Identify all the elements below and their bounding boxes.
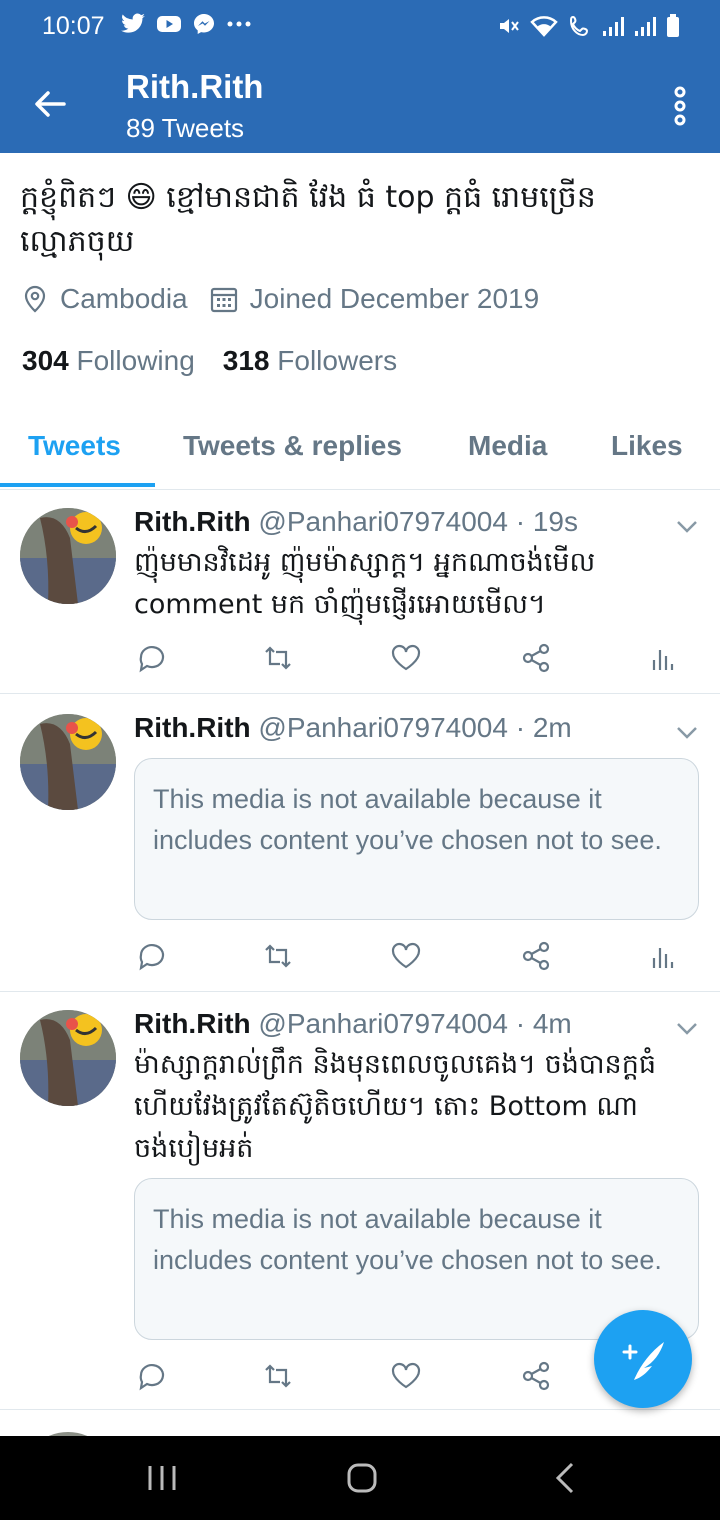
tweet-actions (134, 940, 694, 974)
avatar[interactable] (20, 508, 116, 604)
following-label: Following (76, 345, 195, 376)
tab-media[interactable]: Media (468, 430, 547, 462)
avatar-image (20, 1010, 116, 1106)
reply-icon[interactable] (136, 1360, 168, 1392)
avatar-image (20, 508, 116, 604)
wifi-icon (530, 16, 558, 37)
app-header: 10:07 Rith.Rith 89 Tweets (0, 0, 720, 153)
avatar[interactable] (20, 1010, 116, 1106)
tweet-text: ញ៉ុមមានវិដេអូ ញ៉ុមម៉ាស្សាក្ដ។ អ្នកណាចង់ម… (134, 547, 596, 620)
retweet-icon[interactable] (262, 642, 294, 674)
tweet-author: Rith.Rith (134, 712, 251, 743)
retweet-icon[interactable] (262, 1360, 294, 1392)
status-time: 10:07 (42, 12, 105, 40)
like-icon[interactable] (390, 1360, 422, 1392)
tweet-item-partial[interactable] (0, 1410, 720, 1436)
tweet-header: Rith.Rith @Panhari07974004 · 4m (134, 1008, 572, 1040)
followers-count: 318 (222, 345, 270, 376)
overflow-menu-icon[interactable] (668, 84, 692, 128)
tab-tweets[interactable]: Tweets (28, 430, 121, 462)
joined-item: Joined December 2019 (210, 283, 540, 315)
mute-icon (500, 19, 519, 33)
followers-label: Followers (277, 345, 398, 376)
signal-icon-2 (635, 17, 656, 36)
followers-link[interactable]: 318 Followers (223, 345, 397, 377)
compose-feather-icon (622, 1342, 664, 1380)
messenger-notification-icon (194, 14, 214, 34)
tweet-count: 89 Tweets (126, 113, 245, 143)
twitter-notification-icon (121, 13, 145, 33)
signal-icon-1 (603, 17, 624, 36)
following-count: 304 (22, 345, 69, 376)
chevron-down-icon[interactable] (676, 520, 698, 534)
avatar[interactable] (20, 714, 116, 810)
location-item: Cambodia (22, 283, 188, 315)
share-icon[interactable] (520, 940, 552, 972)
retweet-icon[interactable] (262, 940, 294, 972)
profile-tabs: Tweets Tweets & replies Media Likes (0, 410, 720, 490)
tweet-author: Rith.Rith (134, 1008, 251, 1039)
tweet-handle-time: @Panhari07974004 · 2m (258, 712, 572, 743)
battery-icon (667, 14, 679, 37)
calendar-icon (210, 287, 237, 313)
reply-icon[interactable] (136, 642, 168, 674)
analytics-icon[interactable] (646, 940, 678, 972)
reply-icon[interactable] (136, 940, 168, 972)
back-arrow-icon[interactable] (28, 82, 72, 126)
profile-meta: Cambodia Joined December 2019 (22, 283, 561, 315)
system-navigation-bar (0, 1436, 720, 1520)
compose-tweet-button[interactable] (594, 1310, 692, 1408)
tweet-item[interactable]: Rith.Rith @Panhari07974004 · 19s ញ៉ុមមាន… (0, 490, 720, 694)
avatar-image (20, 714, 116, 810)
media-unavailable-notice: This media is not available because it i… (134, 758, 699, 920)
tweet-handle-time: @Panhari07974004 · 4m (258, 1008, 572, 1039)
recent-apps-icon[interactable] (142, 1458, 182, 1498)
location-text: Cambodia (60, 283, 188, 314)
more-notifications-icon (227, 21, 251, 27)
profile-bio: ក្ដខ្ញុំពិតៗ 😄 ខ្មៅមានជាតិ វែង ធំ top ក្… (20, 180, 596, 259)
tweet-header: Rith.Rith @Panhari07974004 · 2m (134, 712, 572, 744)
wifi-calling-icon (569, 15, 589, 37)
following-link[interactable]: 304 Following (22, 345, 195, 377)
profile-title: Rith.Rith (126, 68, 264, 105)
tweet-item[interactable]: Rith.Rith @Panhari07974004 · 2m This med… (0, 694, 720, 992)
chevron-down-icon[interactable] (676, 1022, 698, 1036)
location-pin-icon (24, 285, 46, 313)
tweet-header: Rith.Rith @Panhari07974004 · 19s (134, 506, 578, 538)
like-icon[interactable] (390, 940, 422, 972)
like-icon[interactable] (390, 642, 422, 674)
follow-stats: 304 Following 318 Followers (22, 345, 397, 377)
tab-likes[interactable]: Likes (611, 430, 683, 462)
status-bar: 10:07 (0, 0, 720, 56)
tab-tweets-replies[interactable]: Tweets & replies (183, 430, 402, 462)
share-icon[interactable] (520, 1360, 552, 1392)
active-tab-indicator (0, 483, 155, 487)
tweet-handle-time: @Panhari07974004 · 19s (258, 506, 578, 537)
chevron-down-icon[interactable] (676, 726, 698, 740)
home-icon[interactable] (342, 1458, 382, 1498)
tweet-text: ម៉ាស្សាក្ដរាល់ព្រឹក និងមុនពេលចូលគេង។ ចង់… (134, 1049, 656, 1164)
system-back-icon[interactable] (546, 1458, 586, 1498)
tweet-actions (134, 642, 694, 676)
tweet-author: Rith.Rith (134, 506, 251, 537)
notification-icons (120, 12, 252, 36)
share-icon[interactable] (520, 642, 552, 674)
system-status-icons (496, 14, 680, 38)
youtube-notification-icon (157, 16, 181, 32)
analytics-icon[interactable] (646, 642, 678, 674)
joined-text: Joined December 2019 (249, 283, 540, 314)
